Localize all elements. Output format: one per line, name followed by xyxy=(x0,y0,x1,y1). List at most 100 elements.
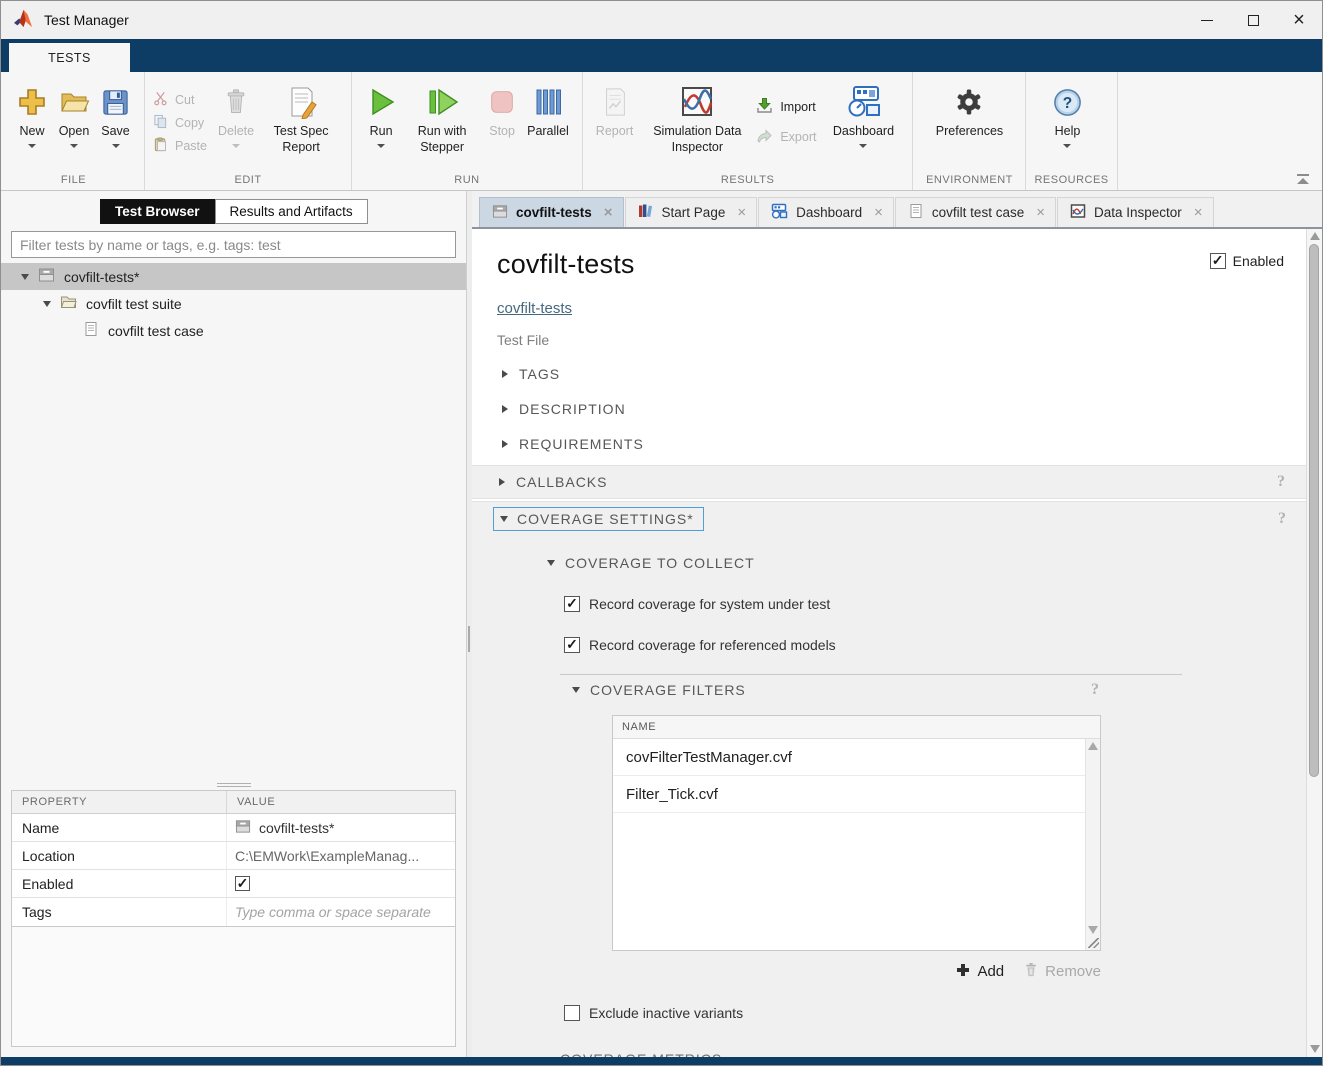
preferences-button[interactable]: Preferences xyxy=(921,81,1017,141)
help-button[interactable]: ? Help xyxy=(1034,81,1100,150)
tab-test-browser[interactable]: Test Browser xyxy=(100,199,215,224)
close-tab-icon[interactable]: × xyxy=(604,204,613,221)
export-icon xyxy=(756,127,773,147)
paste-button[interactable]: Paste xyxy=(153,137,207,155)
tab-tests[interactable]: TESTS xyxy=(9,43,130,72)
help-question-icon[interactable]: ? xyxy=(1091,681,1100,699)
save-button[interactable]: Save xyxy=(95,81,136,150)
coverage-filters-header[interactable]: COVERAGE FILTERS ? xyxy=(572,682,1100,698)
exclude-variants-checkbox[interactable] xyxy=(564,1005,580,1021)
delete-button[interactable]: Delete xyxy=(213,81,259,150)
test-file-icon xyxy=(38,267,55,286)
table-row: Name covfilt-tests* xyxy=(12,814,455,842)
doc-tab-start-page[interactable]: Start Page × xyxy=(625,197,758,227)
scroll-down-icon[interactable] xyxy=(1310,1045,1320,1053)
report-button[interactable]: Report xyxy=(591,81,639,141)
close-tab-icon[interactable]: × xyxy=(737,204,746,221)
plus-icon xyxy=(956,963,970,981)
record-coverage-sut-row[interactable]: ✓ Record coverage for system under test xyxy=(564,596,1306,612)
window-title: Test Manager xyxy=(44,12,129,28)
collapse-ribbon-button[interactable] xyxy=(1296,174,1310,184)
help-question-icon[interactable]: ? xyxy=(1277,473,1286,491)
filter-tests-input[interactable] xyxy=(11,231,456,258)
import-button[interactable]: Import xyxy=(756,97,816,117)
add-filter-button[interactable]: Add xyxy=(956,963,1004,981)
exclude-inactive-variants-row[interactable]: Exclude inactive variants xyxy=(564,1005,1306,1021)
folder-icon xyxy=(60,294,77,313)
dashboard-button[interactable]: Dashboard xyxy=(822,81,904,150)
section-tags[interactable]: TAGS xyxy=(502,366,1306,382)
export-button[interactable]: Export xyxy=(756,127,816,147)
test-file-link[interactable]: covfilt-tests xyxy=(497,300,572,317)
close-button[interactable]: × xyxy=(1276,1,1322,39)
tree-item-covfilt-tests[interactable]: covfilt-tests* xyxy=(1,263,466,290)
close-tab-icon[interactable]: × xyxy=(874,204,883,221)
open-button[interactable]: Open xyxy=(53,81,95,150)
doc-tab-covfilt-tests[interactable]: covfilt-tests × xyxy=(479,197,624,227)
table-row[interactable]: covFilterTestManager.cvf xyxy=(613,739,1085,776)
table-row[interactable]: Filter_Tick.cvf xyxy=(613,776,1085,813)
tree-item-covfilt-test-case[interactable]: covfilt test case xyxy=(1,317,466,344)
window-bottom-border xyxy=(1,1057,1322,1065)
group-edit: Cut Copy xyxy=(145,72,352,190)
group-label-resources: RESOURCES xyxy=(1034,169,1108,190)
simulation-data-inspector-button[interactable]: Simulation Data Inspector xyxy=(638,81,756,158)
group-run: Run Run with Stepper xyxy=(352,72,583,190)
maximize-button[interactable] xyxy=(1230,1,1276,39)
paste-icon xyxy=(153,137,168,155)
copy-button[interactable]: Copy xyxy=(153,114,207,132)
close-tab-icon[interactable]: × xyxy=(1194,204,1203,221)
coverage-to-collect-header[interactable]: COVERAGE TO COLLECT xyxy=(547,555,1306,571)
property-column-header: PROPERTY xyxy=(12,791,227,813)
coverage-settings-header[interactable]: COVERAGE SETTINGS* xyxy=(493,507,704,531)
new-button[interactable]: New xyxy=(11,81,53,150)
enabled-checkbox[interactable]: ✓ xyxy=(235,876,250,891)
tab-results-and-artifacts[interactable]: Results and Artifacts xyxy=(215,199,368,224)
remove-filter-button[interactable]: Remove xyxy=(1024,962,1101,981)
doc-tab-dashboard[interactable]: Dashboard × xyxy=(758,197,894,227)
gear-icon xyxy=(954,83,984,121)
close-icon: × xyxy=(1293,10,1305,30)
tree-item-covfilt-test-suite[interactable]: covfilt test suite xyxy=(1,290,466,317)
expand-arrow-icon[interactable] xyxy=(21,274,29,280)
parallel-button[interactable]: Parallel xyxy=(522,81,574,141)
section-description[interactable]: DESCRIPTION xyxy=(502,401,1306,417)
doc-tab-data-inspector[interactable]: Data Inspector × xyxy=(1057,197,1214,227)
tags-input[interactable] xyxy=(235,904,440,920)
dashboard-icon xyxy=(771,203,788,222)
section-callbacks[interactable]: CALLBACKS ? xyxy=(472,465,1306,499)
minimize-button[interactable] xyxy=(1184,1,1230,39)
section-requirements[interactable]: REQUIREMENTS xyxy=(502,436,1306,452)
test-spec-report-button[interactable]: Test Spec Report xyxy=(259,81,343,158)
enabled-toggle[interactable]: ✓ Enabled xyxy=(1210,253,1284,269)
record-sut-checkbox[interactable]: ✓ xyxy=(564,596,580,612)
test-file-icon xyxy=(492,204,508,222)
scroll-up-icon[interactable] xyxy=(1310,232,1320,240)
cut-button[interactable]: Cut xyxy=(153,91,207,109)
record-coverage-ref-row[interactable]: ✓ Record coverage for referenced models xyxy=(564,637,1306,653)
run-button[interactable]: Run xyxy=(360,81,402,150)
expanded-arrow-icon xyxy=(547,560,555,566)
help-icon: ? xyxy=(1052,83,1083,121)
expanded-arrow-icon xyxy=(572,687,580,693)
scroll-down-icon[interactable] xyxy=(1088,926,1098,934)
record-ref-checkbox[interactable]: ✓ xyxy=(564,637,580,653)
expand-arrow-icon[interactable] xyxy=(43,301,51,307)
horizontal-splitter[interactable] xyxy=(1,779,466,790)
run-with-stepper-button[interactable]: Run with Stepper xyxy=(402,81,482,158)
enabled-checkbox[interactable]: ✓ xyxy=(1210,253,1226,269)
scrollbar-thumb[interactable] xyxy=(1309,244,1319,777)
help-question-icon[interactable]: ? xyxy=(1278,510,1286,528)
stop-button[interactable]: Stop xyxy=(482,81,522,141)
test-file-icon xyxy=(235,819,251,837)
close-tab-icon[interactable]: × xyxy=(1036,204,1045,221)
test-case-icon xyxy=(83,321,99,340)
scroll-up-icon[interactable] xyxy=(1088,742,1098,750)
resize-grip-icon[interactable] xyxy=(1088,938,1099,948)
cut-icon xyxy=(153,91,168,109)
main-scrollbar[interactable] xyxy=(1306,229,1322,1057)
doc-tab-covfilt-test-case[interactable]: covfilt test case × xyxy=(895,197,1056,227)
simulation-data-inspector-icon xyxy=(680,83,714,121)
chevron-down-icon xyxy=(28,144,36,148)
table-scrollbar[interactable] xyxy=(1085,739,1100,950)
